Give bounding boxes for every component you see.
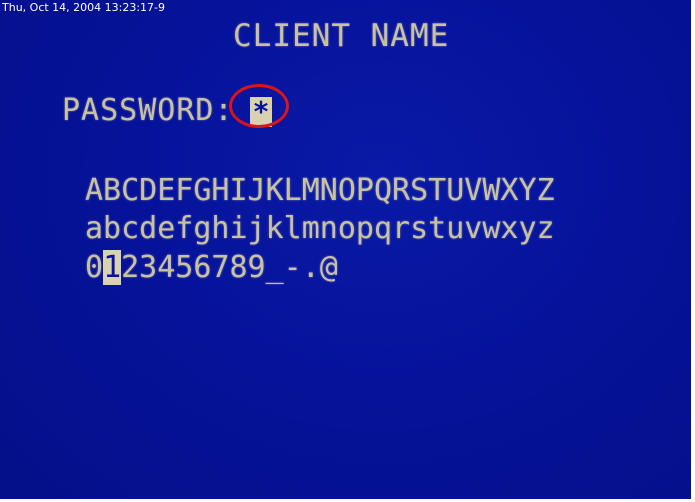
password-label: PASSWORD: — [62, 93, 234, 128]
selected-char[interactable]: 1 — [103, 250, 122, 285]
digit-char[interactable]: 0 — [85, 250, 103, 285]
frame-edge-right — [691, 0, 695, 502]
highlight-circle — [229, 84, 289, 128]
timestamp: Thu, Oct 14, 2004 13:23:17-9 — [2, 1, 166, 14]
charset-lowercase-row[interactable]: abcdefghijklmnopqrstuvwxyz — [85, 214, 555, 244]
charset-digits-row[interactable]: 0123456789_-.@ — [85, 250, 338, 285]
screen-title: CLIENT NAME — [233, 18, 450, 54]
charset-uppercase-row[interactable]: ABCDEFGHIJKLMNOPQRSTUVWXYZ — [85, 176, 555, 206]
osd-screen: Thu, Oct 14, 2004 13:23:17-9 CLIENT NAME… — [0, 0, 695, 502]
digit-chars[interactable]: 23456789_-.@ — [121, 250, 338, 285]
